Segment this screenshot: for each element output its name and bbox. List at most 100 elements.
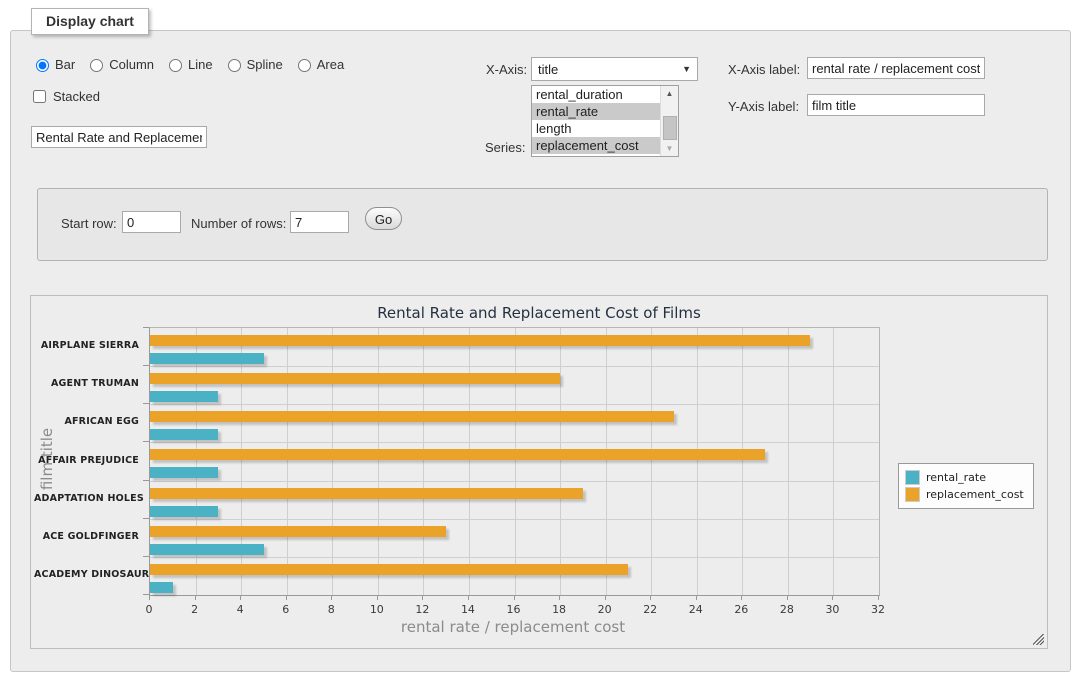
axis-tick-mark (514, 596, 515, 600)
listbox-scrollbar[interactable]: ▲ ▼ (660, 86, 678, 156)
gridline (241, 328, 242, 595)
axis-tick-mark (286, 596, 287, 600)
series-select-label: Series: (485, 140, 525, 155)
chart-plot-area (149, 327, 880, 596)
fieldset-legend: Display chart (31, 8, 149, 35)
resize-handle-icon[interactable] (1033, 634, 1044, 645)
chart-legend: rental_rate replacement_cost (898, 463, 1034, 509)
x-axis-title: rental rate / replacement cost (401, 618, 625, 636)
y-axis-label-label: Y-Axis label: (728, 99, 799, 114)
gridline (742, 328, 743, 595)
bar-rental_rate (150, 429, 218, 440)
x-tick-label: 26 (734, 603, 748, 616)
axis-tick-mark (143, 594, 149, 595)
start-row-input[interactable] (122, 211, 181, 233)
category-label: ACE GOLDFINGER (34, 531, 139, 542)
bar-replacement_cost (150, 526, 446, 537)
y-axis-label-input[interactable] (807, 94, 985, 116)
category-label: ADAPTATION HOLES (34, 493, 139, 504)
gridline (196, 328, 197, 595)
x-tick-label: 18 (552, 603, 566, 616)
category-label: AFRICAN EGG (34, 416, 139, 427)
axis-tick-mark (696, 596, 697, 600)
gridline (833, 328, 834, 595)
series-option-replacement_cost[interactable]: replacement_cost (532, 137, 661, 154)
chart-type-radio-area[interactable] (298, 59, 311, 72)
x-tick-label: 12 (415, 603, 429, 616)
axis-tick-mark (422, 596, 423, 600)
chart-type-radio-line[interactable] (169, 59, 182, 72)
number-of-rows-label: Number of rows: (191, 216, 286, 231)
series-option-rental_duration[interactable]: rental_duration (532, 86, 661, 103)
axis-tick-mark (143, 441, 149, 442)
go-button[interactable]: Go (365, 207, 402, 230)
gridline (788, 328, 789, 595)
x-axis-label-input[interactable] (807, 57, 985, 79)
bar-replacement_cost (150, 335, 810, 346)
chart-type-radio-bar[interactable] (36, 59, 49, 72)
axis-tick-mark (143, 556, 149, 557)
chart-type-option-line: Line (164, 56, 213, 72)
chart-type-label: Bar (55, 57, 75, 72)
x-tick-label: 0 (146, 603, 153, 616)
select-dropdown-arrow-icon: ▼ (682, 64, 691, 74)
axis-tick-mark (650, 596, 651, 600)
legend-item: rental_rate (905, 469, 1024, 486)
chart-type-radio-column[interactable] (90, 59, 103, 72)
x-tick-label: 6 (282, 603, 289, 616)
x-axis-select[interactable]: title ▼ (531, 57, 698, 81)
gridline (423, 328, 424, 595)
gridline (150, 557, 879, 558)
series-multiselect[interactable]: ▲ ▼ rental_durationrental_ratelengthrepl… (531, 85, 679, 157)
chart-type-radio-spline[interactable] (228, 59, 241, 72)
gridline (150, 481, 879, 482)
gridline (150, 366, 879, 367)
category-label: AIRPLANE SIERRA (34, 340, 139, 351)
gridline (651, 328, 652, 595)
chart-type-option-bar: Bar (31, 56, 75, 72)
scroll-down-arrow-icon[interactable]: ▼ (661, 141, 678, 156)
axis-tick-mark (143, 327, 149, 328)
bar-replacement_cost (150, 488, 583, 499)
axis-tick-mark (149, 596, 150, 600)
bar-replacement_cost (150, 564, 628, 575)
x-tick-label: 30 (825, 603, 839, 616)
bar-replacement_cost (150, 373, 560, 384)
bar-replacement_cost (150, 449, 765, 460)
chart-type-label: Line (188, 57, 213, 72)
legend-item: replacement_cost (905, 486, 1024, 503)
axis-tick-mark (143, 480, 149, 481)
chart-title-input[interactable] (31, 126, 207, 148)
chart-type-option-column: Column (85, 56, 154, 72)
gridline (560, 328, 561, 595)
chart-type-label: Area (317, 57, 344, 72)
gridline (697, 328, 698, 595)
gridline (150, 519, 879, 520)
legend-label: rental_rate (926, 471, 986, 484)
axis-tick-mark (741, 596, 742, 600)
x-axis-select-label: X-Axis: (486, 62, 527, 77)
stacked-checkbox[interactable] (33, 90, 46, 103)
start-row-label: Start row: (61, 216, 117, 231)
legend-label: replacement_cost (926, 488, 1024, 501)
row-range-form: Start row: Number of rows: Go (37, 188, 1048, 261)
series-option-rental_rate[interactable]: rental_rate (532, 103, 661, 120)
chart-type-label: Column (109, 57, 154, 72)
axis-tick-mark (559, 596, 560, 600)
gridline (515, 328, 516, 595)
scroll-up-arrow-icon[interactable]: ▲ (661, 86, 678, 101)
axis-tick-mark (878, 596, 879, 600)
x-tick-label: 8 (328, 603, 335, 616)
x-tick-label: 24 (689, 603, 703, 616)
display-chart-fieldset: Display chart BarColumnLineSplineArea St… (10, 30, 1071, 672)
x-tick-label: 10 (370, 603, 384, 616)
x-tick-label: 14 (461, 603, 475, 616)
number-of-rows-input[interactable] (290, 211, 349, 233)
chart-title: Rental Rate and Replacement Cost of Film… (31, 304, 1047, 322)
category-label: ACADEMY DINOSAUR (34, 569, 139, 580)
gridline (469, 328, 470, 595)
axis-tick-mark (143, 365, 149, 366)
scrollbar-thumb[interactable] (663, 116, 677, 140)
axis-tick-mark (832, 596, 833, 600)
series-option-length[interactable]: length (532, 120, 661, 137)
